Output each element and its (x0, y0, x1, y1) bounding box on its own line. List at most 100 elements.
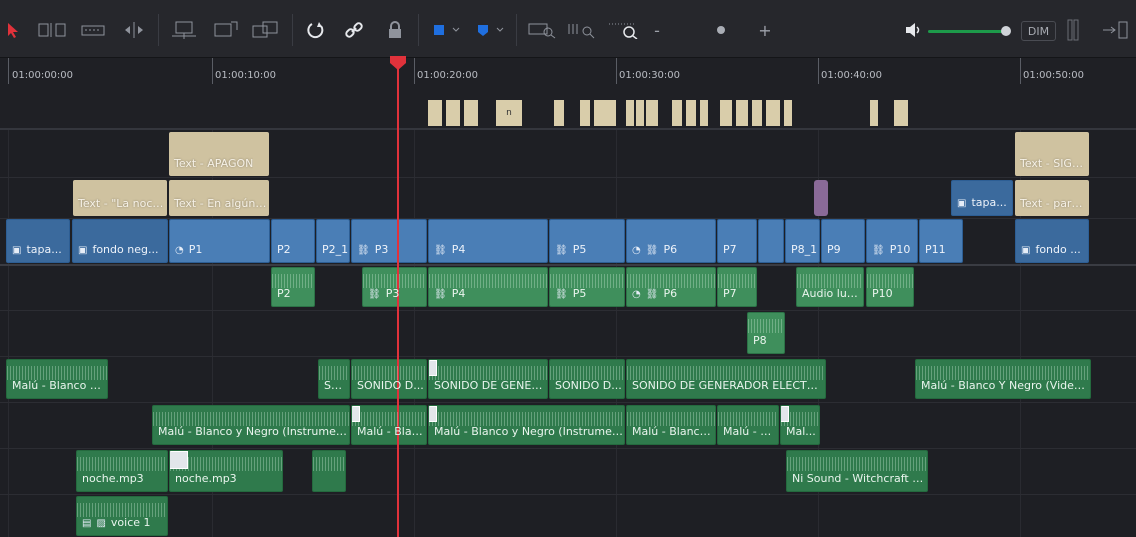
timeline-marker[interactable] (554, 100, 564, 126)
timeline-marker[interactable] (646, 100, 658, 126)
timeline-marker[interactable] (752, 100, 762, 126)
volume-slider[interactable] (928, 30, 1008, 33)
timeline-ruler[interactable]: 01:00:00:00 01:00:10:00 01:00:20:00 01:0… (0, 58, 1136, 130)
video-clip[interactable]: ⛓ P5 (549, 219, 625, 263)
audio-clip[interactable]: ◔ ⛓ P6 (626, 267, 716, 307)
snapping-icon[interactable] (304, 16, 328, 44)
timeline-marker[interactable] (686, 100, 696, 126)
video-clip[interactable]: P11 (919, 219, 963, 263)
crossfade-handle[interactable] (429, 360, 437, 376)
selection-tool-icon[interactable] (4, 16, 22, 44)
overwrite-clip-icon[interactable] (210, 16, 240, 44)
audio-clip[interactable]: noche.mp3 (169, 450, 283, 492)
audio-clip[interactable]: Malú - Blanco y Negro (Instrument... (428, 405, 625, 445)
timeline-marker[interactable] (428, 100, 442, 126)
timeline-marker[interactable] (464, 100, 478, 126)
audio-clip[interactable]: Malú - Blan... (351, 405, 427, 445)
video-clip[interactable]: ▣ tapa... (6, 219, 70, 263)
trim-tool-icon[interactable] (36, 16, 68, 44)
audio-clip[interactable]: P7 (717, 267, 757, 307)
timeline-marker[interactable] (784, 100, 792, 126)
audio-clip[interactable]: Malú - Blanco Y ... (6, 359, 108, 399)
text-clip[interactable]: Text - SIGU... (1015, 132, 1089, 176)
video-clip[interactable]: ▣ tapa... (951, 180, 1013, 216)
playhead-handle[interactable] (389, 56, 407, 70)
timeline-marker[interactable] (626, 100, 634, 126)
timeline-marker[interactable] (736, 100, 748, 126)
timeline-marker[interactable] (672, 100, 682, 126)
text-clip[interactable]: Text - En algún l... (169, 180, 269, 216)
panel-toggle-icon[interactable] (1100, 16, 1130, 44)
video-clip[interactable]: ⛓ P10 (866, 219, 918, 263)
timeline-tracks[interactable]: Text - APAGON Text - SIGU... Text - "La … (0, 130, 1136, 537)
audio-clip[interactable]: ⛓ P3 (362, 267, 427, 307)
video-clip[interactable]: ◔ P1 (169, 219, 270, 263)
crossfade-handle[interactable] (170, 451, 188, 469)
video-clip[interactable]: P2 (271, 219, 315, 263)
audio-clip[interactable]: SONIDO D... (549, 359, 625, 399)
timeline-marker[interactable] (636, 100, 644, 126)
audio-clip[interactable]: SO... (318, 359, 350, 399)
linked-selection-icon[interactable] (342, 16, 366, 44)
timeline-marker[interactable] (700, 100, 708, 126)
audio-clip[interactable]: Mal... (780, 405, 820, 445)
zoom-out-button[interactable]: - (650, 16, 664, 44)
audio-clip[interactable]: ⛓ P5 (549, 267, 625, 307)
audio-clip[interactable]: P10 (866, 267, 914, 307)
video-clip[interactable]: ▣ fondo neg... (72, 219, 168, 263)
zoom-custom-icon[interactable] (606, 16, 640, 44)
timeline-marker[interactable] (580, 100, 590, 126)
audio-clip[interactable]: ▤ ▨ voice 1 (76, 496, 168, 536)
text-clip[interactable]: Text - para ... (1015, 180, 1089, 216)
dim-button[interactable]: DIM (1021, 21, 1056, 41)
video-clip[interactable]: P8_1 (785, 219, 820, 263)
playhead-line[interactable] (397, 64, 399, 537)
text-clip[interactable]: Text - APAGON (169, 132, 269, 176)
video-clip[interactable]: P9 (821, 219, 865, 263)
crossfade-handle[interactable] (781, 406, 789, 422)
audio-clip[interactable]: noche.mp3 (76, 450, 168, 492)
audio-clip[interactable]: Malú - Blanco Y Negro (Videocli... (915, 359, 1091, 399)
audio-clip[interactable]: SONIDO DE GENERADOR ELECTRIC... (626, 359, 826, 399)
flag-icon[interactable] (430, 16, 464, 44)
replace-clip-icon[interactable] (250, 16, 280, 44)
audio-clip[interactable]: P2 (271, 267, 315, 307)
audio-clip[interactable] (312, 450, 346, 492)
audio-clip[interactable]: ⛓ P4 (428, 267, 548, 307)
video-clip[interactable]: ⛓ P4 (428, 219, 548, 263)
volume-slider-knob[interactable] (1001, 26, 1011, 36)
audio-clip[interactable]: Malú - Blanco y Negro (Instrumenta... (152, 405, 350, 445)
video-clip[interactable]: P2_1 (316, 219, 350, 263)
timeline-marker[interactable] (894, 100, 908, 126)
timeline-marker[interactable] (446, 100, 460, 126)
blade-tool-icon[interactable] (120, 16, 148, 44)
timeline-marker[interactable] (594, 100, 616, 126)
audio-clip[interactable]: Malú - Bl... (717, 405, 779, 445)
text-clip[interactable]: Text - "La noch... (73, 180, 167, 216)
adjustment-clip[interactable] (814, 180, 828, 216)
marker-icon[interactable] (474, 16, 508, 44)
audio-clip[interactable]: Ni Sound - Witchcraft - S... (786, 450, 928, 492)
meter-icon[interactable] (1064, 16, 1082, 44)
audio-clip[interactable]: SONIDO DE GENER... (428, 359, 548, 399)
video-clip[interactable]: ▣ fondo ... (1015, 219, 1089, 263)
audio-clip[interactable]: P8 (747, 312, 785, 354)
video-clip[interactable]: ⛓ P3 (351, 219, 427, 263)
dynamic-trim-tool-icon[interactable] (80, 16, 106, 44)
audio-clip[interactable]: Audio luz... (796, 267, 864, 307)
speaker-icon[interactable] (902, 16, 924, 44)
zoom-detail-icon[interactable] (566, 16, 598, 44)
zoom-in-button[interactable]: + (758, 16, 772, 44)
video-clip[interactable]: P7 (717, 219, 757, 263)
crossfade-handle[interactable] (429, 406, 437, 422)
video-clip[interactable] (758, 219, 784, 263)
crossfade-handle[interactable] (352, 406, 360, 422)
insert-clip-icon[interactable] (168, 16, 200, 44)
audio-clip[interactable]: SONIDO D... (351, 359, 427, 399)
timeline-marker[interactable] (720, 100, 732, 126)
zoom-full-icon[interactable] (526, 16, 558, 44)
timeline-marker[interactable] (766, 100, 780, 126)
audio-clip[interactable]: Malú - Blanco ... (626, 405, 716, 445)
timeline-marker[interactable]: n (496, 100, 522, 126)
timeline-marker[interactable] (870, 100, 878, 126)
